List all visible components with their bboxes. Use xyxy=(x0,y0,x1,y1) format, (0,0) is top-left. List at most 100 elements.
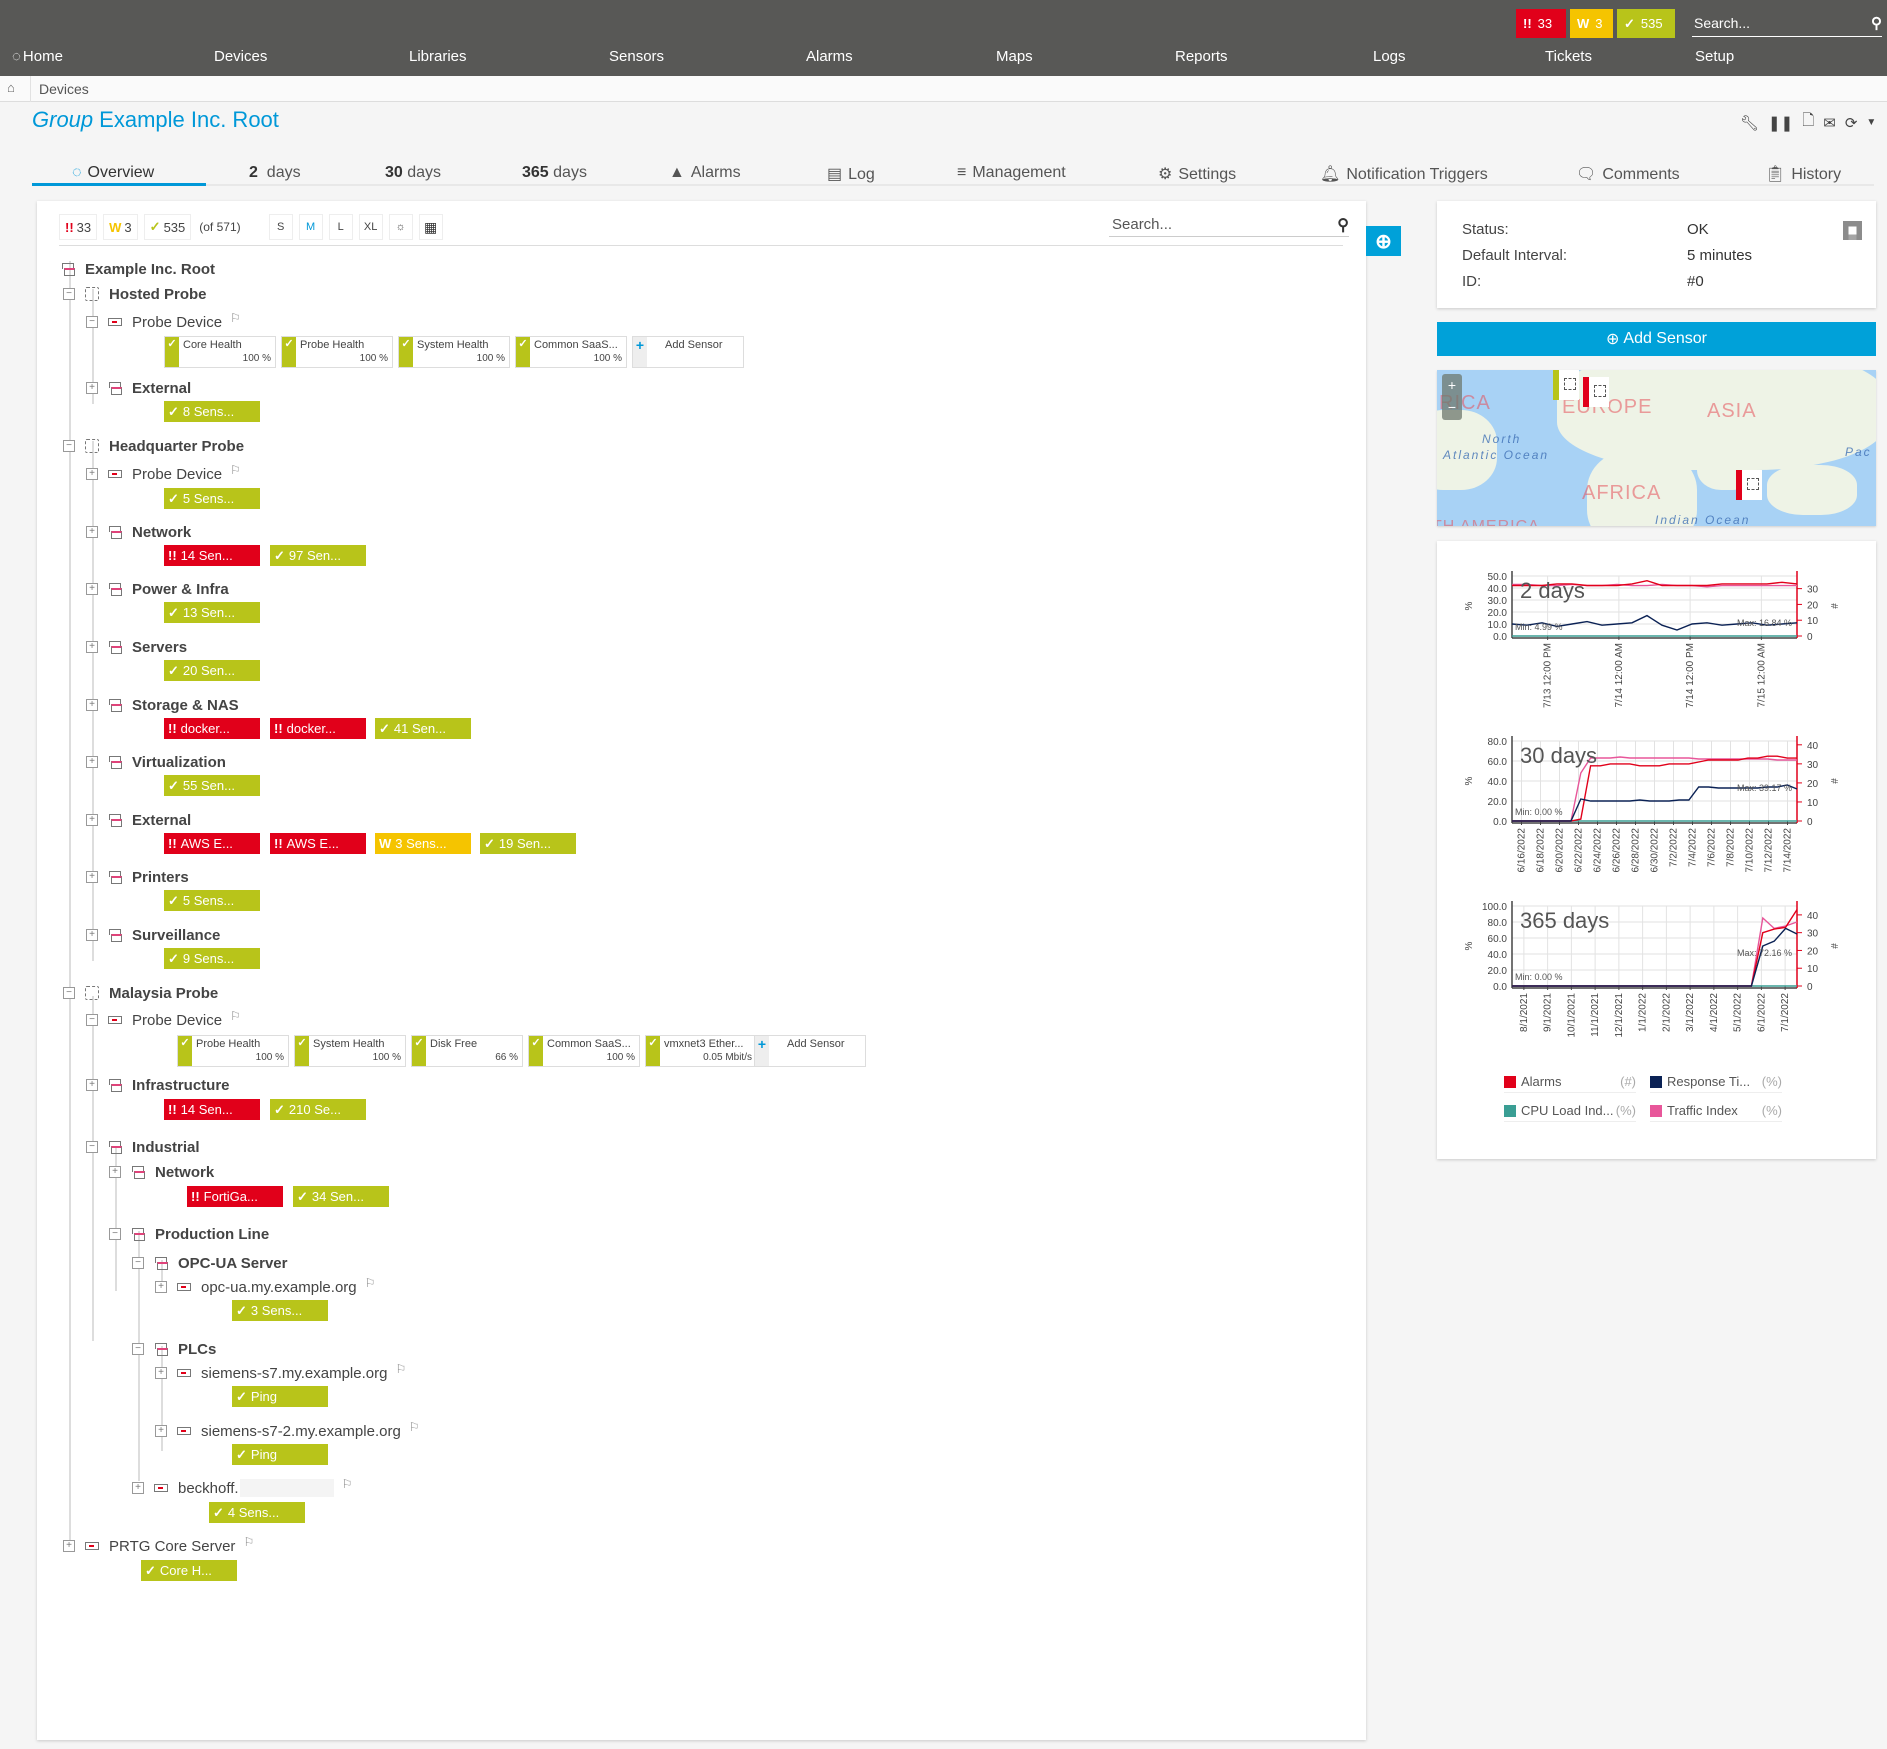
add-sensor-button[interactable]: ⊕ Add Sensor xyxy=(1437,322,1876,356)
map-zoom-in-button[interactable]: + xyxy=(1442,374,1462,396)
expand-icon[interactable]: + xyxy=(86,526,98,538)
sensor-summary-tile[interactable]: ✓ 8 Sens... xyxy=(164,401,260,422)
sensor-summary-tile[interactable]: !! 14 Sen... xyxy=(164,545,260,566)
sensor-summary-tile[interactable]: !! docker... xyxy=(270,718,366,739)
sensor-summary-tile[interactable]: ✓ 5 Sens... xyxy=(164,488,260,509)
tree-device[interactable]: + beckhoff. ⚐ xyxy=(132,1477,352,1498)
sensor-tile[interactable]: ✓ Probe Health 100 % xyxy=(177,1035,289,1067)
home-icon[interactable]: ⌂ xyxy=(7,80,23,95)
search-icon[interactable]: ⚲ xyxy=(1871,14,1882,32)
expand-icon[interactable]: + xyxy=(63,1540,75,1552)
tree-group[interactable]: + Network xyxy=(86,522,191,542)
sensor-summary-tile[interactable]: ✓ 3 Sens... xyxy=(232,1300,328,1321)
sunburst-view-button[interactable]: ☼ xyxy=(388,214,413,240)
add-sensor-tile[interactable]: + Add Sensor xyxy=(632,336,744,368)
sensor-tile[interactable]: ✓ Core Health 100 % xyxy=(164,336,276,368)
collapse-icon[interactable]: − xyxy=(63,440,75,452)
sensor-summary-tile[interactable]: ✓ 34 Sen... xyxy=(293,1186,389,1207)
tree-group[interactable]: + Virtualization xyxy=(86,752,226,772)
expand-icon[interactable]: + xyxy=(86,583,98,595)
nav-setup[interactable]: Setup xyxy=(1695,48,1734,65)
nav-home[interactable]: ◌ Home xyxy=(12,48,63,65)
flag-icon[interactable]: ⚐ xyxy=(230,311,241,325)
envelope-icon[interactable]: ✉︎ xyxy=(1823,114,1836,132)
add-document-icon[interactable]: 🗋︎ xyxy=(1802,110,1814,135)
tree-probe-headquarter[interactable]: − Headquarter Probe xyxy=(63,436,244,456)
expand-icon[interactable]: + xyxy=(155,1425,167,1437)
tab-2-days[interactable]: 2 days xyxy=(249,164,301,182)
sensor-tile[interactable]: ✓ Common SaaS... 100 % xyxy=(515,336,627,368)
global-search-input[interactable]: Search... ⚲ xyxy=(1692,10,1882,37)
expand-icon[interactable]: + xyxy=(86,756,98,768)
tab-notification-triggers[interactable]: 🔔︎ Notification Triggers xyxy=(1320,164,1488,184)
tree-device[interactable]: + siemens-s7-2.my.example.org ⚐ xyxy=(155,1420,420,1441)
chart-30-days[interactable]: 0.0 20.0 40.0 60.0 80.0 6/16/2022 6/18/2022 6/2… xyxy=(1437,726,1876,896)
collapse-icon[interactable]: − xyxy=(63,987,75,999)
expand-icon[interactable]: + xyxy=(155,1367,167,1379)
filter-down[interactable]: !! 33 xyxy=(59,214,98,240)
tree-group[interactable]: + Printers xyxy=(86,867,189,887)
sensor-tile[interactable]: ✓ Disk Free 66 % xyxy=(411,1035,523,1067)
collapse-icon[interactable]: − xyxy=(63,288,75,300)
nav-reports[interactable]: Reports xyxy=(1175,48,1228,65)
size-xl-button[interactable]: XL xyxy=(358,214,383,240)
tree-probe-hosted[interactable]: − Hosted Probe xyxy=(63,284,207,304)
collapse-icon[interactable]: − xyxy=(132,1257,144,1269)
down-sensors-badge[interactable]: !! 33 xyxy=(1516,9,1566,38)
sensor-summary-tile[interactable]: ✓ Ping xyxy=(232,1444,328,1465)
sensor-summary-tile[interactable]: ✓ 210 Se... xyxy=(270,1099,366,1120)
expand-icon[interactable]: + xyxy=(132,1482,144,1494)
expand-icon[interactable]: + xyxy=(86,1079,98,1091)
map-marker-headquarter-probe[interactable] xyxy=(1583,377,1609,407)
sensor-tile[interactable]: ✓ vmxnet3 Ether... 0.05 Mbit/s xyxy=(645,1035,757,1067)
sensor-summary-tile[interactable]: ✓ 5 Sens... xyxy=(164,890,260,911)
sensor-summary-tile[interactable]: !! docker... xyxy=(164,718,260,739)
grid-view-button[interactable]: ▦ xyxy=(418,214,443,240)
sensor-tile[interactable]: ✓ Probe Health 100 % xyxy=(281,336,393,368)
sensor-summary-tile[interactable]: ✓ 55 Sen... xyxy=(164,775,260,796)
tab-management[interactable]: ≡ Management xyxy=(957,164,1066,182)
sensor-summary-tile[interactable]: ✓ 20 Sen... xyxy=(164,660,260,681)
tree-group[interactable]: + Servers xyxy=(86,637,187,657)
breadcrumb-item-devices[interactable]: Devices xyxy=(39,81,89,97)
collapse-icon[interactable]: − xyxy=(86,1141,98,1153)
sensor-summary-tile[interactable]: ✓ 9 Sens... xyxy=(164,948,260,969)
tree-group[interactable]: + External xyxy=(86,810,191,830)
collapse-icon[interactable]: − xyxy=(86,1014,98,1026)
tree-group[interactable]: + Storage & NAS xyxy=(86,695,239,715)
sensor-summary-tile[interactable]: W3 Sens... xyxy=(375,833,471,854)
legend-item[interactable]: Response Ti... (%) xyxy=(1650,1071,1782,1093)
tree-device[interactable]: − Probe Device ⚐ xyxy=(86,311,241,332)
sensor-summary-tile[interactable]: ✓ 4 Sens... xyxy=(209,1502,305,1523)
flag-icon[interactable]: ⚐ xyxy=(243,1535,254,1549)
tree-device[interactable]: − Probe Device ⚐ xyxy=(86,1009,241,1030)
legend-item[interactable]: Alarms (#) xyxy=(1504,1071,1636,1093)
tree-group[interactable]: − PLCs xyxy=(132,1339,216,1359)
sensor-summary-tile[interactable]: !! 14 Sen... xyxy=(164,1099,260,1120)
tree-group[interactable]: − OPC-UA Server xyxy=(132,1253,287,1273)
sensor-summary-tile[interactable]: ✓ 41 Sen... xyxy=(375,718,471,739)
tab-log[interactable]: ▤ Log xyxy=(827,164,875,184)
nav-tickets[interactable]: Tickets xyxy=(1545,48,1592,65)
pause-icon[interactable]: ❚❚ xyxy=(1768,114,1793,132)
expand-icon[interactable]: + xyxy=(86,699,98,711)
filter-up[interactable]: ✓ 535 xyxy=(143,214,192,240)
expand-icon[interactable]: + xyxy=(155,1281,167,1293)
tree-group[interactable]: − Production Line xyxy=(109,1224,269,1244)
tree-group[interactable]: + Surveillance xyxy=(86,925,220,945)
legend-item[interactable]: Traffic Index (%) xyxy=(1650,1100,1782,1122)
tab-overview[interactable]: ◌ Overview xyxy=(72,164,154,182)
sensor-summary-tile[interactable]: ✓ 97 Sen... xyxy=(270,545,366,566)
tab-365-days[interactable]: 365 days xyxy=(522,164,587,182)
add-object-button[interactable]: ⊕ xyxy=(1366,226,1401,256)
tree-search-input[interactable]: Search... ⚲ xyxy=(1109,213,1349,237)
expand-icon[interactable]: + xyxy=(86,641,98,653)
tree-group[interactable]: + Power & Infra xyxy=(86,579,229,599)
sensor-summary-tile[interactable]: !! AWS E... xyxy=(164,833,260,854)
tree-device[interactable]: + Probe Device ⚐ xyxy=(86,463,241,484)
nav-maps[interactable]: Maps xyxy=(996,48,1033,65)
qr-code-icon[interactable] xyxy=(1843,221,1862,240)
flag-icon[interactable]: ⚐ xyxy=(395,1362,406,1376)
search-icon[interactable]: ⚲ xyxy=(1337,215,1349,235)
collapse-icon[interactable]: − xyxy=(86,316,98,328)
